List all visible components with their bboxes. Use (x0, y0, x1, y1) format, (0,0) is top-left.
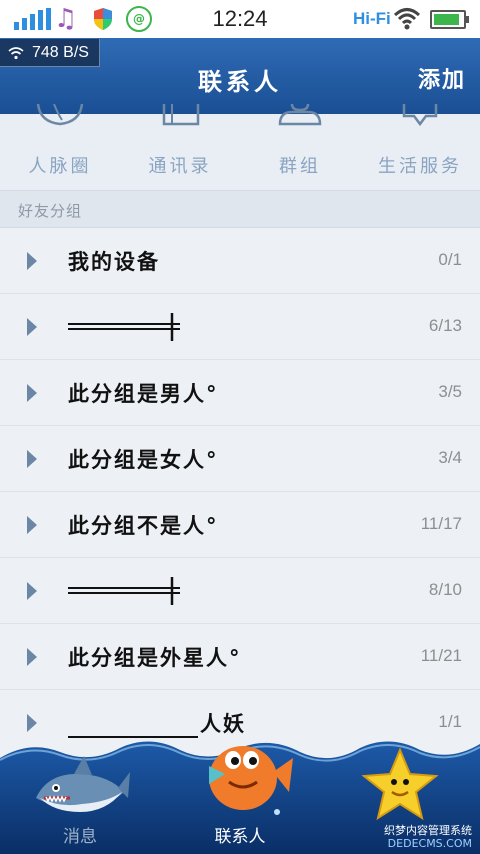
music-icon: ♫ (54, 4, 78, 34)
page-title: 联系人 (198, 67, 282, 96)
group-name: 此分组是男人° (68, 381, 219, 406)
quick-nav-address-book[interactable]: 通讯录 (125, 104, 235, 190)
shark-icon (36, 756, 130, 812)
group-count: 3/5 (438, 382, 462, 401)
group-name-line-glyph (68, 313, 180, 341)
tab-messages[interactable]: 消息 (0, 730, 160, 854)
network-speed-value: 748 B/S (32, 43, 89, 61)
group-row[interactable]: 此分组是外星人° 11/21 (0, 624, 480, 690)
watermark-line1: 织梦内容管理系统 (384, 824, 472, 837)
expand-arrow-icon (27, 582, 37, 600)
battery-level (434, 14, 460, 25)
expand-arrow-icon (27, 384, 37, 402)
expand-arrow-icon (27, 648, 37, 666)
tab-label: 联系人 (214, 827, 266, 846)
wifi-icon (393, 8, 421, 30)
expand-arrow-icon (27, 516, 37, 534)
group-count: 11/21 (420, 646, 462, 665)
section-title: 好友分组 (18, 202, 83, 220)
watermark: 织梦内容管理系统 DEDECMS.COM (384, 824, 472, 850)
shield-icon (94, 8, 112, 30)
network-label: Hi-Fi (353, 9, 391, 28)
quick-nav-life-services[interactable]: 生活服务 (365, 104, 475, 190)
group-list: 我的设备 0/1 6/13 此分组是男人° 3/5 此分组是女人° 3/4 此分… (0, 228, 480, 748)
group-count: 3/4 (438, 448, 462, 467)
group-name: 此分组是女人° (68, 447, 219, 472)
group-count: 11/17 (420, 514, 462, 533)
tab-label: 消息 (63, 827, 97, 846)
group-count: 0/1 (438, 250, 462, 269)
tab-contacts[interactable]: 联系人 (160, 730, 320, 854)
wifi-small-icon (8, 46, 24, 59)
service-icon (402, 104, 438, 127)
quick-nav-contacts-circle[interactable]: 人脉圈 (5, 104, 115, 190)
group-row[interactable]: 此分组是男人° 3/5 (0, 360, 480, 426)
quick-nav-groups[interactable]: 群组 (245, 104, 355, 190)
watermark-line2: DEDECMS.COM (387, 837, 472, 850)
app-notification-icon: @ (126, 6, 152, 32)
section-header: 好友分组 (0, 190, 480, 228)
expand-arrow-icon (27, 318, 37, 336)
battery-icon (430, 10, 469, 29)
group-row[interactable]: 此分组是女人° 3/4 (0, 426, 480, 492)
group-row[interactable]: 我的设备 0/1 (0, 228, 480, 294)
address-book-icon (162, 104, 200, 126)
starfish-icon (361, 747, 439, 821)
quick-nav-label: 群组 (279, 156, 321, 177)
fish-icon (209, 746, 293, 815)
globe-icon (36, 104, 84, 126)
group-name: 此分组不是人° (68, 513, 219, 538)
group-count: 6/13 (428, 316, 462, 335)
status-time: 12:24 (212, 6, 268, 31)
group-name: 此分组是外星人° (68, 645, 242, 670)
title-bar: 748 B/S 联系人 添加 (0, 38, 480, 114)
quick-nav: 人脉圈 通讯录 群组 生活服务 (0, 104, 480, 190)
group-count: 1/1 (438, 712, 462, 731)
network-speed: 748 B/S (0, 39, 100, 67)
quick-nav-label: 通讯录 (148, 156, 212, 177)
group-name-line-glyph (68, 577, 180, 605)
group-row[interactable]: 6/13 (0, 294, 480, 360)
bottom-tab-bar: 消息 联系人 织梦内容管理系统 DEDECMS.COM (0, 730, 480, 854)
status-bar: ♫ @ 12:24 Hi-Fi (0, 0, 480, 38)
expand-arrow-icon (27, 252, 37, 270)
signal-icon (14, 8, 51, 30)
group-name: 我的设备 (68, 249, 160, 274)
add-button[interactable]: 添加 (418, 62, 466, 94)
quick-nav-label: 生活服务 (378, 156, 462, 177)
expand-arrow-icon (27, 450, 37, 468)
group-icon (278, 104, 322, 126)
group-row[interactable]: 8/10 (0, 558, 480, 624)
quick-nav-label: 人脉圈 (28, 156, 92, 177)
group-count: 8/10 (428, 580, 462, 599)
group-row[interactable]: 此分组不是人° 11/17 (0, 492, 480, 558)
